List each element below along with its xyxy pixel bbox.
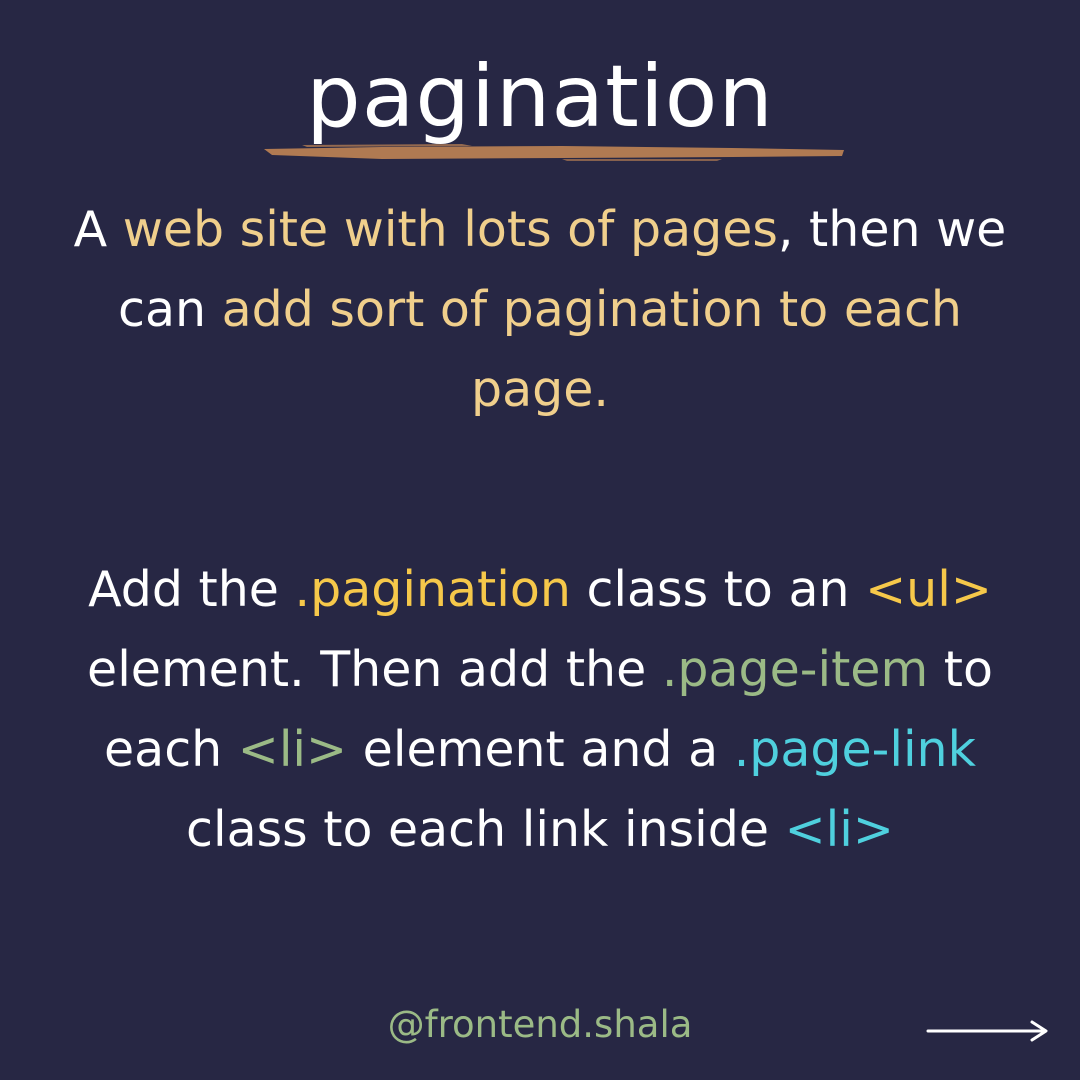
pagination-class-code: .pagination xyxy=(294,561,571,618)
author-handle: @frontend.shala xyxy=(387,1003,693,1046)
li-tag-code-2: <li> xyxy=(784,801,894,858)
instr-text-2: class to an xyxy=(570,561,866,618)
instr-text-1: Add the xyxy=(88,561,295,618)
instr-text-3: element. Then add the xyxy=(87,641,662,698)
page-item-class-code: .page-item xyxy=(661,641,929,698)
page-title: pagination xyxy=(306,47,774,147)
intro-text-1: A xyxy=(73,201,123,258)
instr-text-6: class to each link inside xyxy=(186,801,785,858)
right-arrow-icon[interactable] xyxy=(926,1016,1052,1046)
intro-highlight-2: add sort of pagination to each page. xyxy=(221,281,962,418)
slide: pagination A web site with lots of pages… xyxy=(0,0,1080,1080)
instructions-paragraph: Add the .pagination class to an <ul> ele… xyxy=(60,550,1020,870)
intro-highlight-1: web site with lots of pages xyxy=(122,201,778,258)
intro-paragraph: A web site with lots of pages, then we c… xyxy=(60,190,1020,430)
page-link-class-code: .page-link xyxy=(733,721,976,778)
instr-text-5: element and a xyxy=(347,721,734,778)
brush-underline xyxy=(264,144,844,161)
ul-tag-code: <ul> xyxy=(865,561,992,618)
li-tag-code: <li> xyxy=(237,721,348,778)
